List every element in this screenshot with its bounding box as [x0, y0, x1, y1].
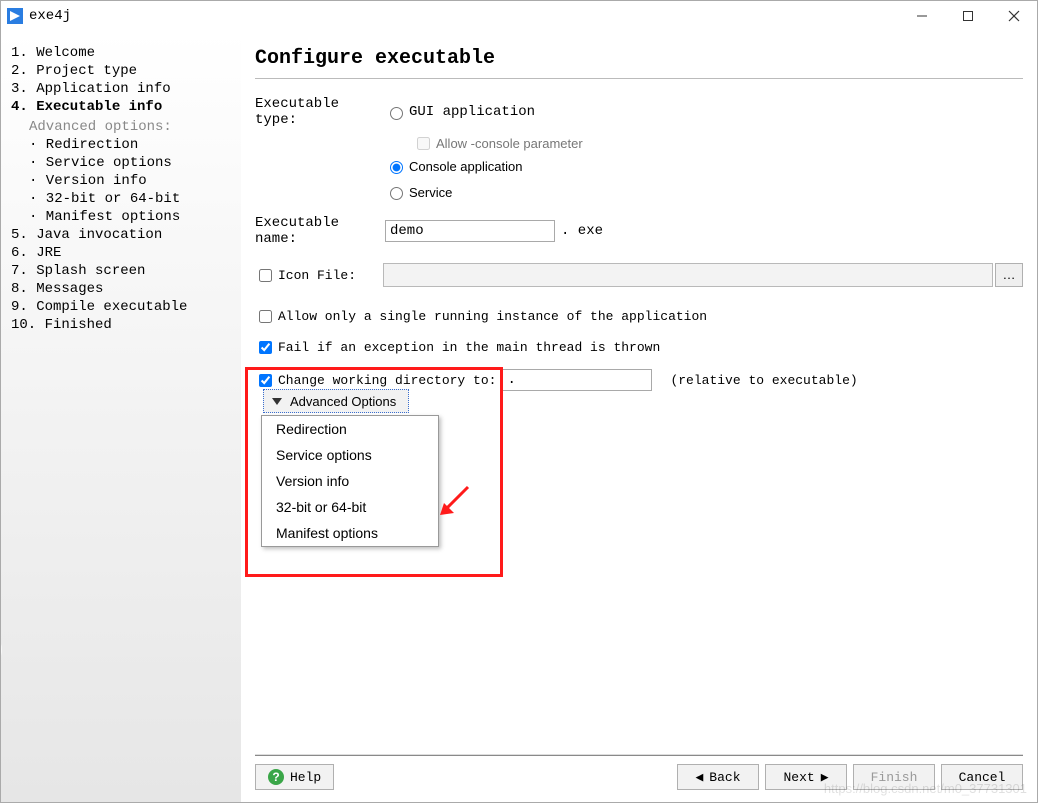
allow-console-label: Allow -console parameter [436, 136, 583, 151]
single-instance-label: Allow only a single running instance of … [278, 309, 707, 324]
icon-file-checkbox[interactable] [259, 269, 272, 282]
chevron-down-icon [272, 398, 282, 405]
radio-console[interactable] [390, 161, 403, 174]
menu-item-version-info[interactable]: Version info [262, 468, 438, 494]
radio-service[interactable] [390, 187, 403, 200]
watermark-text: exe4j [1, 628, 7, 782]
back-button[interactable]: ◀ Back [677, 764, 759, 790]
menu-item-service-options[interactable]: Service options [262, 442, 438, 468]
icon-file-label: Icon File: [278, 268, 356, 283]
back-arrow-icon: ◀ [695, 770, 703, 785]
advanced-options-button[interactable]: Advanced Options [263, 389, 409, 413]
exe-suffix: . exe [561, 223, 603, 239]
minimize-button[interactable] [899, 1, 945, 31]
next-label: Next [783, 770, 814, 785]
step-messages[interactable]: 8. Messages [11, 281, 231, 297]
advanced-options-button-label: Advanced Options [290, 394, 396, 409]
icon-file-input [383, 263, 993, 287]
fail-exception-checkbox[interactable] [259, 341, 272, 354]
advanced-options-menu: Redirection Service options Version info… [261, 415, 439, 547]
help-button[interactable]: ? Help [255, 764, 334, 790]
menu-item-manifest[interactable]: Manifest options [262, 520, 438, 546]
step-executable-info[interactable]: 4. Executable info [11, 99, 231, 115]
change-dir-checkbox[interactable] [259, 374, 272, 387]
allow-console-checkbox [417, 137, 430, 150]
step-splash[interactable]: 7. Splash screen [11, 263, 231, 279]
watermark-url: https://blog.csdn.net/m0_37731301 [824, 781, 1027, 796]
sidebar-sub-32-64[interactable]: · 32-bit or 64-bit [29, 191, 231, 207]
fail-exception-label: Fail if an exception in the main thread … [278, 340, 660, 355]
relative-note: (relative to executable) [670, 373, 857, 388]
step-finished[interactable]: 10. Finished [11, 317, 231, 333]
page-title: Configure executable [255, 47, 1023, 70]
exec-name-input[interactable] [385, 220, 555, 242]
app-icon [7, 8, 23, 24]
titlebar: exe4j [1, 1, 1037, 31]
help-label: Help [290, 770, 321, 785]
sidebar-sub-manifest[interactable]: · Manifest options [29, 209, 231, 225]
help-icon: ? [268, 769, 284, 785]
radio-console-label: Console application [409, 159, 522, 174]
sidebar-sub-redirection[interactable]: · Redirection [29, 137, 231, 153]
step-welcome[interactable]: 1. Welcome [11, 45, 231, 61]
change-dir-input[interactable] [502, 369, 652, 391]
radio-gui[interactable] [390, 107, 403, 120]
single-instance-checkbox[interactable] [259, 310, 272, 323]
step-compile[interactable]: 9. Compile executable [11, 299, 231, 315]
exec-name-label: Executable name: [255, 215, 385, 247]
change-dir-label: Change working directory to: [278, 373, 496, 388]
exec-type-label: Executable type: [255, 96, 385, 128]
step-project-type[interactable]: 2. Project type [11, 63, 231, 79]
back-label: Back [709, 770, 740, 785]
menu-item-32-64[interactable]: 32-bit or 64-bit [262, 494, 438, 520]
step-java-invocation[interactable]: 5. Java invocation [11, 227, 231, 243]
radio-gui-label: GUI application [409, 104, 535, 120]
icon-file-browse-button[interactable]: … [995, 263, 1023, 287]
main-panel: Configure executable Executable type: GU… [241, 31, 1037, 802]
window-title: exe4j [29, 8, 71, 24]
advanced-options-header: Advanced options: [29, 119, 231, 135]
step-application-info[interactable]: 3. Application info [11, 81, 231, 97]
sidebar-sub-service-options[interactable]: · Service options [29, 155, 231, 171]
maximize-button[interactable] [945, 1, 991, 31]
heading-separator [255, 78, 1023, 80]
sidebar-sub-version-info[interactable]: · Version info [29, 173, 231, 189]
close-button[interactable] [991, 1, 1037, 31]
wizard-sidebar: 1. Welcome 2. Project type 3. Applicatio… [1, 31, 241, 802]
annotation-arrow-icon [436, 483, 476, 523]
radio-service-label: Service [409, 185, 452, 200]
step-jre[interactable]: 6. JRE [11, 245, 231, 261]
menu-item-redirection[interactable]: Redirection [262, 416, 438, 442]
